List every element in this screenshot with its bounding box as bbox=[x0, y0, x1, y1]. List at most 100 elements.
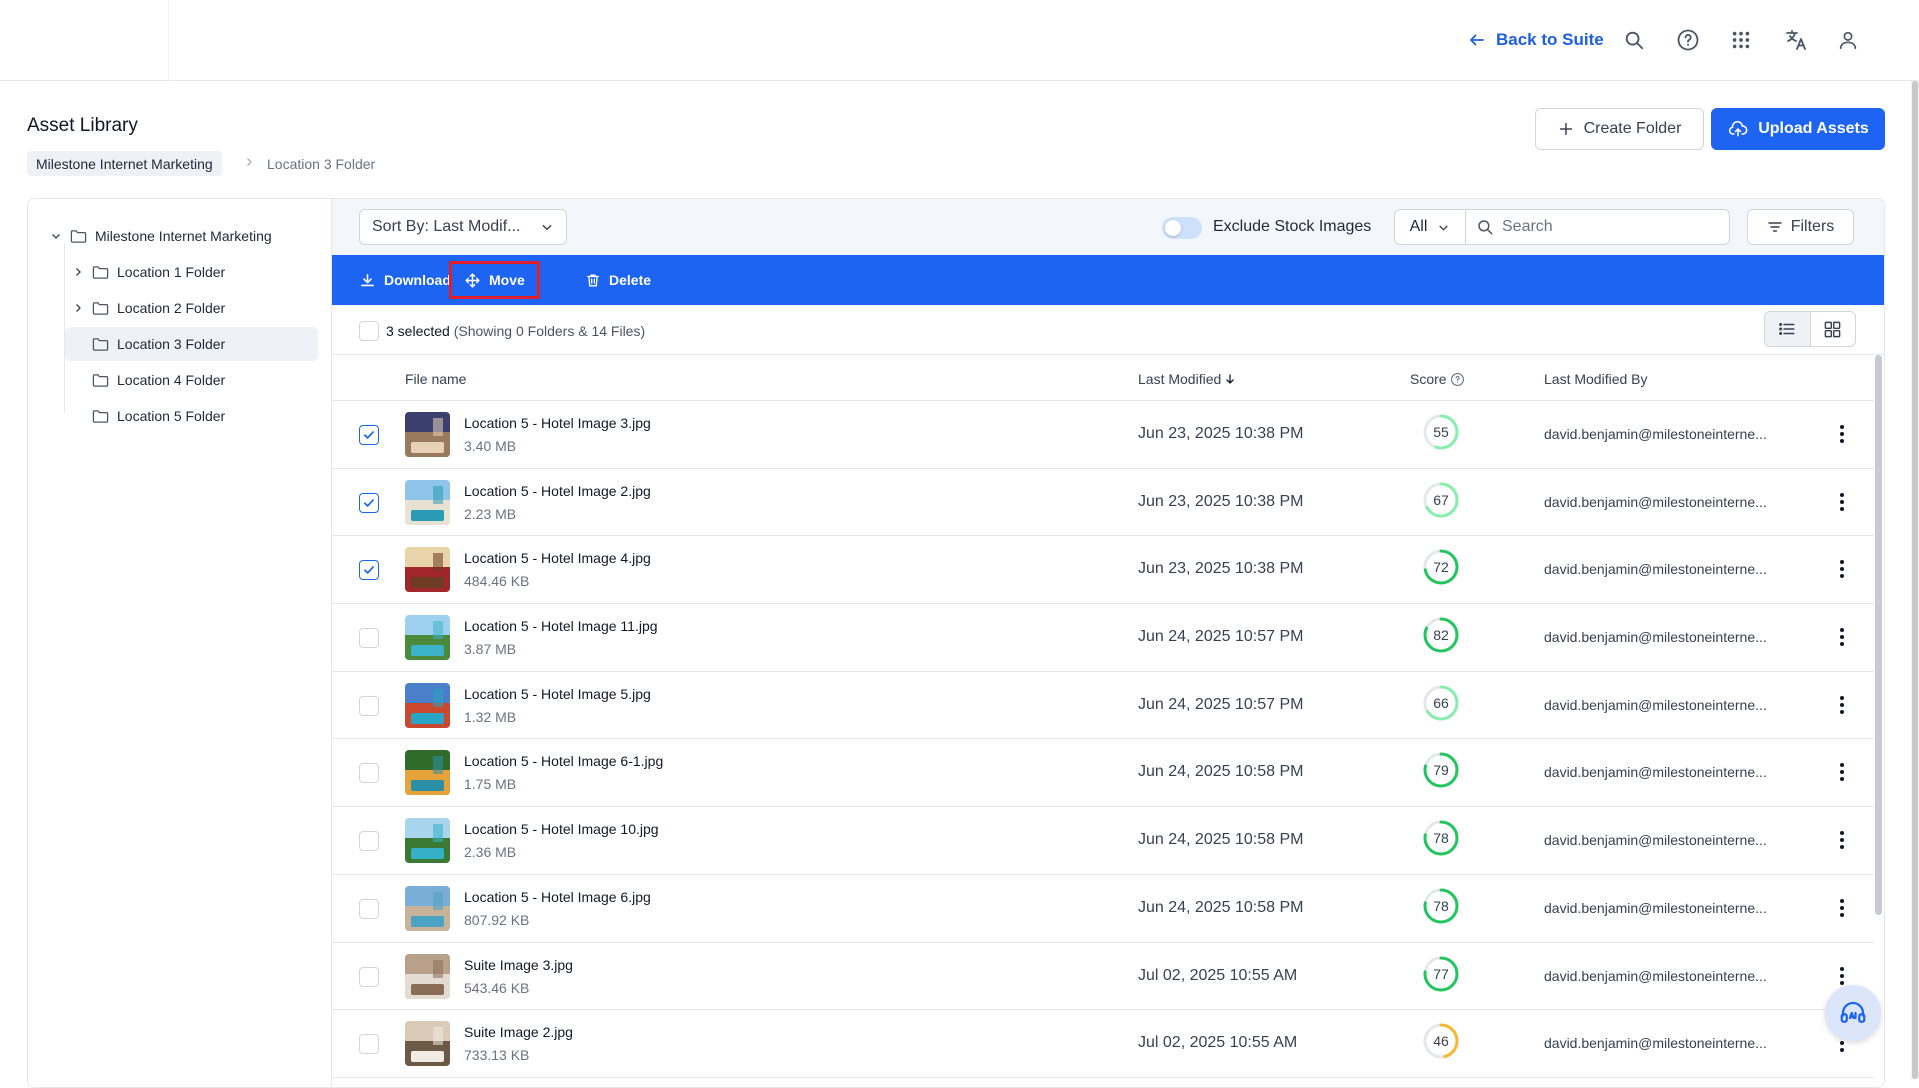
last-modified-by: david.benjamin@milestoneinterne... bbox=[1544, 561, 1767, 578]
help-icon[interactable] bbox=[1674, 26, 1702, 54]
row-more-icon[interactable] bbox=[1832, 624, 1852, 650]
table-row[interactable]: Location 5 - Hotel Image 10.jpg 2.36 MB Ju… bbox=[332, 807, 1874, 875]
last-modified-date: Jun 24, 2025 10:57 PM bbox=[1138, 628, 1304, 646]
table-row[interactable]: Location 5 - Hotel Image 6.jpg 807.92 KB J… bbox=[332, 875, 1874, 943]
user-icon[interactable] bbox=[1834, 26, 1862, 54]
tree-item-label: Location 2 Folder bbox=[117, 300, 226, 316]
top-bar: Back to Suite bbox=[0, 0, 1919, 81]
table-row[interactable]: Location 5 - Hotel Image 6-1.jpg 1.75 MB J… bbox=[332, 739, 1874, 808]
row-checkbox[interactable] bbox=[359, 966, 379, 987]
asset-content: Sort By: Last Modif... Exclude Stock Ima… bbox=[332, 199, 1884, 1087]
folder-icon bbox=[67, 229, 89, 244]
search-icon[interactable] bbox=[1620, 26, 1648, 54]
score-ring: 78 bbox=[1422, 819, 1460, 857]
file-thumbnail[interactable] bbox=[405, 885, 450, 931]
grid-view-button[interactable] bbox=[1811, 312, 1856, 346]
row-more-icon[interactable] bbox=[1832, 692, 1852, 718]
translate-icon[interactable] bbox=[1782, 26, 1810, 54]
table-row[interactable]: Suite Image 3.jpg 543.46 KB Jul 02, 2025 1… bbox=[332, 943, 1874, 1011]
score-value: 79 bbox=[1433, 762, 1449, 779]
row-checkbox[interactable] bbox=[359, 425, 379, 445]
last-modified-by: david.benjamin@milestoneinterne... bbox=[1544, 899, 1767, 916]
file-name[interactable]: Location 5 - Hotel Image 10.jpg bbox=[464, 821, 659, 837]
file-name[interactable]: Location 5 - Hotel Image 2.jpg bbox=[464, 483, 651, 499]
row-checkbox[interactable] bbox=[359, 898, 379, 919]
list-view-button[interactable] bbox=[1765, 312, 1811, 346]
row-more-icon[interactable] bbox=[1832, 421, 1852, 447]
row-checkbox[interactable] bbox=[359, 831, 379, 852]
table-row[interactable]: Suite Image 2.jpg 733.13 KB Jul 02, 2025 1… bbox=[332, 1010, 1874, 1078]
row-checkbox[interactable] bbox=[359, 695, 379, 716]
download-button[interactable]: Download bbox=[347, 261, 463, 299]
table-row[interactable]: Location 5 - Hotel Image 3.jpg 3.40 MB Jun… bbox=[332, 401, 1874, 469]
exclude-stock-toggle[interactable] bbox=[1162, 217, 1202, 239]
file-name[interactable]: Location 5 - Hotel Image 3.jpg bbox=[464, 415, 651, 431]
file-thumbnail[interactable] bbox=[405, 1021, 450, 1067]
file-thumbnail[interactable] bbox=[405, 412, 450, 457]
chevron-down-icon[interactable] bbox=[45, 230, 67, 242]
tree-item-location-1[interactable]: Location 1 Folder bbox=[67, 255, 287, 289]
tree-item-location-2[interactable]: Location 2 Folder bbox=[67, 291, 287, 325]
file-name[interactable]: Location 5 - Hotel Image 11.jpg bbox=[464, 618, 658, 634]
row-more-icon[interactable] bbox=[1832, 489, 1852, 515]
file-thumbnail[interactable] bbox=[405, 615, 450, 661]
chevron-right-icon[interactable] bbox=[67, 266, 89, 278]
logo-divider bbox=[168, 0, 169, 81]
row-checkbox[interactable] bbox=[359, 560, 379, 581]
row-more-icon[interactable] bbox=[1832, 759, 1852, 785]
row-checkbox[interactable] bbox=[359, 1034, 379, 1055]
row-checkbox[interactable] bbox=[359, 492, 379, 513]
table-row[interactable]: Location 5 - Hotel Image 2.jpg 2.23 MB Jun… bbox=[332, 469, 1874, 537]
file-size: 2.36 MB bbox=[464, 844, 517, 861]
last-modified-by: david.benjamin@milestoneinterne... bbox=[1544, 426, 1767, 442]
row-more-icon[interactable] bbox=[1832, 827, 1852, 853]
row-checkbox[interactable] bbox=[359, 763, 379, 784]
delete-button[interactable]: Delete bbox=[573, 261, 663, 299]
file-name[interactable]: Location 5 - Hotel Image 5.jpg bbox=[464, 686, 651, 702]
file-name[interactable]: Suite Image 3.jpg bbox=[464, 957, 573, 973]
file-thumbnail[interactable] bbox=[405, 682, 450, 728]
page-scrollbar[interactable] bbox=[1911, 81, 1919, 1079]
table-row[interactable]: Location 5 - Hotel Image 5.jpg 1.32 MB Jun… bbox=[332, 672, 1874, 740]
chevron-right-icon[interactable] bbox=[67, 302, 89, 314]
row-more-icon[interactable] bbox=[1832, 895, 1852, 921]
file-name[interactable]: Suite Image 2.jpg bbox=[464, 1024, 573, 1040]
select-all-checkbox[interactable] bbox=[359, 321, 379, 341]
tree-item-location-4[interactable]: Location 4 Folder bbox=[89, 363, 289, 397]
info-question-icon[interactable] bbox=[1450, 372, 1465, 387]
delete-label: Delete bbox=[609, 272, 652, 288]
last-modified-date: Jun 24, 2025 10:58 PM bbox=[1138, 831, 1304, 849]
sort-select[interactable]: Sort By: Last Modif... bbox=[359, 209, 567, 245]
table-row[interactable]: Location 5 - Hotel Image 4.jpg 484.46 KB J… bbox=[332, 536, 1874, 605]
table-row[interactable]: Location 5 - Hotel Image 11.jpg 3.87 MB Ju… bbox=[332, 604, 1874, 672]
file-name[interactable]: Location 5 - Hotel Image 6.jpg bbox=[464, 889, 651, 905]
ai-assistant-button[interactable] bbox=[1825, 985, 1881, 1041]
upload-assets-button[interactable]: Upload Assets bbox=[1711, 108, 1885, 150]
download-icon bbox=[361, 273, 374, 286]
breadcrumb-root[interactable]: Milestone Internet Marketing bbox=[27, 151, 222, 176]
file-name[interactable]: Location 5 - Hotel Image 6-1.jpg bbox=[464, 753, 663, 769]
file-thumbnail[interactable] bbox=[405, 750, 450, 796]
file-thumbnail[interactable] bbox=[405, 479, 450, 525]
column-last-modified[interactable]: Last Modified bbox=[1138, 371, 1236, 387]
search-input[interactable] bbox=[1502, 218, 1712, 236]
table-scrollbar[interactable] bbox=[1875, 355, 1882, 915]
file-thumbnail[interactable] bbox=[405, 818, 450, 864]
row-more-icon[interactable] bbox=[1832, 556, 1852, 582]
tree-item-location-3[interactable]: Location 3 Folder bbox=[65, 327, 318, 361]
last-modified-date: Jul 02, 2025 10:55 AM bbox=[1138, 1034, 1298, 1052]
row-checkbox[interactable] bbox=[359, 628, 379, 649]
tree-item-location-5[interactable]: Location 5 Folder bbox=[89, 399, 289, 433]
create-folder-button[interactable]: Create Folder bbox=[1535, 108, 1704, 150]
back-to-suite-link[interactable]: Back to Suite bbox=[1468, 26, 1604, 54]
file-thumbnail[interactable] bbox=[405, 547, 450, 593]
file-thumbnail[interactable] bbox=[405, 953, 450, 999]
apps-grid-icon[interactable] bbox=[1727, 26, 1755, 54]
selection-bar: 3 selected (Showing 0 Folders & 14 Files… bbox=[332, 305, 1884, 355]
move-button[interactable]: Move bbox=[449, 261, 540, 299]
filters-button[interactable]: Filters bbox=[1747, 209, 1854, 245]
tree-item-root[interactable]: Milestone Internet Marketing bbox=[45, 219, 272, 253]
type-filter-select[interactable]: All bbox=[1394, 209, 1466, 245]
file-name[interactable]: Location 5 - Hotel Image 4.jpg bbox=[464, 550, 651, 566]
score-ring: 72 bbox=[1422, 548, 1460, 586]
